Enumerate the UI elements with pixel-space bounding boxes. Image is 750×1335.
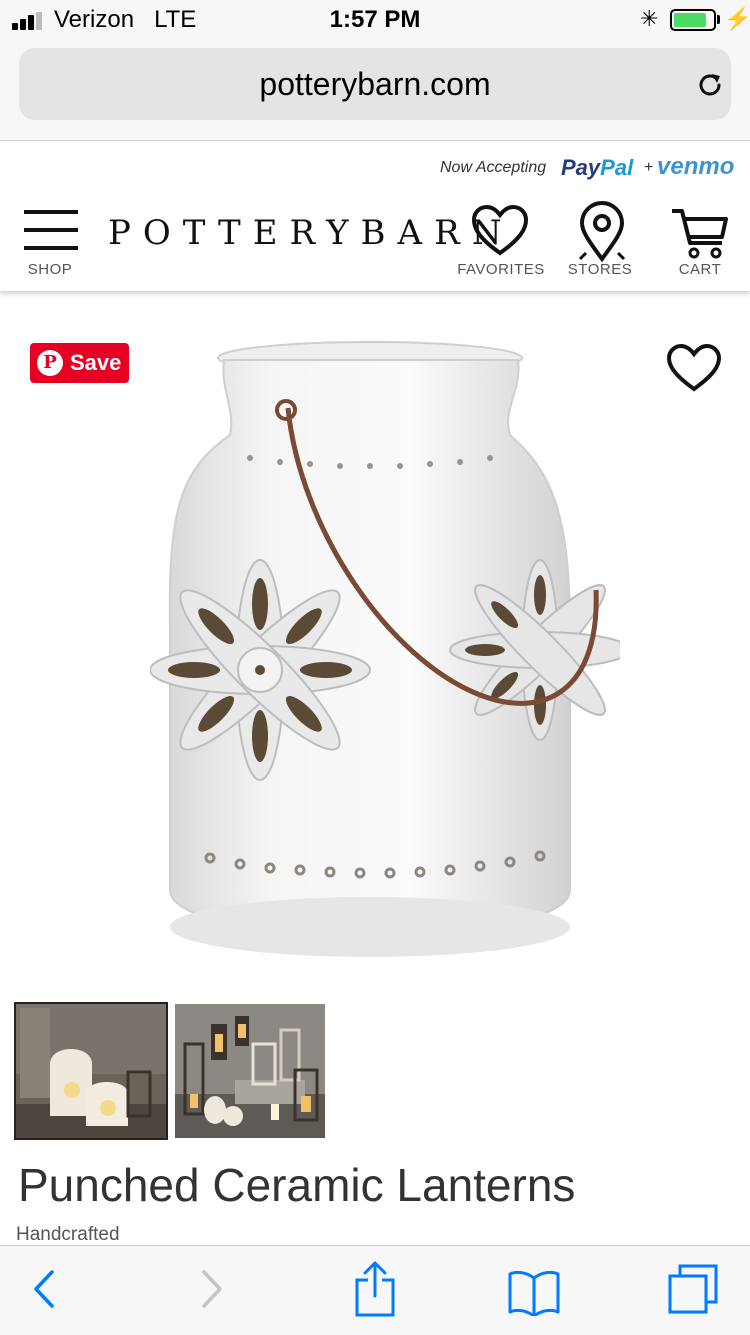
pinterest-save-label: Save	[70, 350, 122, 375]
charging-icon: ⚡	[724, 6, 750, 31]
product-subtitle: Handcrafted	[16, 1224, 120, 1245]
favorites-label[interactable]: FAVORITES	[455, 261, 547, 278]
reload-icon[interactable]	[695, 70, 725, 100]
bookmarks-icon[interactable]	[506, 1266, 562, 1316]
tabs-icon[interactable]	[666, 1262, 720, 1316]
share-icon[interactable]	[350, 1260, 400, 1318]
product-image[interactable]	[150, 330, 620, 980]
back-icon[interactable]	[20, 1264, 70, 1314]
site-header: Now Accepting PayPal + venmo SHOP POTTER…	[0, 141, 750, 291]
battery-icon	[670, 9, 716, 31]
heart-icon[interactable]	[470, 203, 530, 259]
paypal-logo: PayPal	[561, 155, 634, 180]
battery-tip	[717, 15, 720, 24]
cart-label[interactable]: CART	[674, 261, 726, 278]
status-bar: Verizon LTE 1:57 PM ✳ ⚡	[0, 0, 750, 40]
pinterest-icon	[37, 350, 63, 376]
clock: 1:57 PM	[329, 6, 421, 33]
venmo-logo: venmo	[657, 153, 735, 180]
forward-icon[interactable]	[186, 1264, 236, 1314]
cart-icon[interactable]	[670, 205, 730, 261]
menu-icon[interactable]	[24, 210, 78, 250]
thumbnail-2[interactable]	[175, 1004, 325, 1138]
product-title: Punched Ceramic Lanterns	[18, 1159, 576, 1211]
pinterest-save-button[interactable]: Save	[30, 343, 129, 383]
url-text[interactable]: potterybarn.com	[19, 48, 731, 120]
thumbnail-1[interactable]	[14, 1002, 168, 1140]
location-pin-icon[interactable]	[572, 201, 632, 263]
promo-plus: +	[644, 159, 654, 176]
bluetooth-icon: ✳	[640, 6, 659, 31]
shop-label[interactable]: SHOP	[18, 261, 82, 278]
address-bar[interactable]: potterybarn.com	[19, 48, 731, 120]
favorite-heart-icon[interactable]	[666, 343, 722, 393]
stores-label[interactable]: STORES	[565, 261, 635, 278]
browser-toolbar	[0, 1245, 750, 1335]
potterybarn-logo[interactable]: POTTERYBARN	[108, 213, 513, 253]
payment-promo-text: Now Accepting	[440, 159, 547, 176]
